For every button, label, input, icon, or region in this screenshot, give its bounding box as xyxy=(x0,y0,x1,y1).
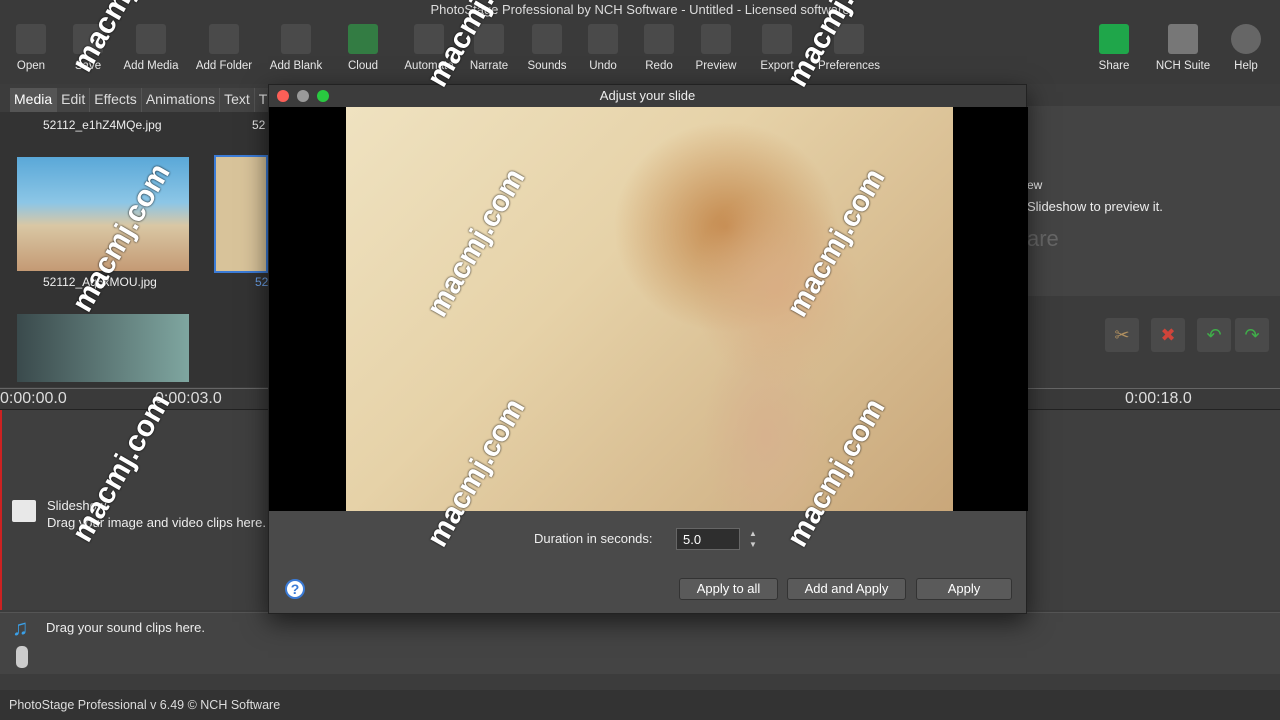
minimize-button[interactable] xyxy=(297,90,309,102)
duration-stepper[interactable]: ▲ ▼ xyxy=(747,528,759,550)
folder-open-icon xyxy=(16,24,46,54)
preview-hint: Slideshow to preview it. xyxy=(1027,199,1163,214)
media-thumbnail[interactable] xyxy=(17,314,189,382)
toolbar-label: Help xyxy=(1234,60,1258,72)
toolbar-label: Undo xyxy=(589,60,617,72)
status-bar: PhotoStage Professional v 6.49 © NCH Sof… xyxy=(0,690,1280,720)
window-title: PhotoStage Professional by NCH Software … xyxy=(0,0,1280,20)
time-tick: 0:00:00.0 xyxy=(0,390,67,407)
panel-tabs: Media Edit Effects Animations Text T xyxy=(10,88,273,112)
music-note-icon: ♫ xyxy=(12,615,29,640)
toolbar-label: Share xyxy=(1098,60,1130,72)
tab-edit[interactable]: Edit xyxy=(57,88,91,112)
tab-animations[interactable]: Animations xyxy=(141,88,221,112)
toolbar-help-button[interactable]: Help xyxy=(1211,24,1280,72)
time-tick: 0:00:18.0 xyxy=(1125,390,1192,407)
toolbar-label: Preview xyxy=(695,60,737,72)
cloud-download-icon xyxy=(348,24,378,54)
music-folder-icon xyxy=(532,24,562,54)
toolbar-label: Add Blank xyxy=(269,60,323,72)
add-and-apply-button[interactable]: Add and Apply xyxy=(787,578,906,600)
undo-icon xyxy=(588,24,618,54)
delete-icon[interactable]: ✖ xyxy=(1151,318,1185,352)
cut-icon[interactable]: ✂ xyxy=(1105,318,1139,352)
toolbar-label: Cloud xyxy=(347,60,379,72)
zoom-button[interactable] xyxy=(317,90,329,102)
rotate-right-icon[interactable]: ↷ xyxy=(1235,318,1269,352)
adjust-slide-dialog: Adjust your slide Duration in seconds: ▲… xyxy=(268,84,1028,614)
tab-text[interactable]: Text xyxy=(220,88,255,112)
toolbar: Open Save Add Media Add Folder Add Blank Clou… xyxy=(0,20,1280,84)
duration-label: Duration in seconds: xyxy=(534,531,653,546)
sound-hint: Drag your sound clips here. xyxy=(46,620,205,635)
help-icon xyxy=(1231,24,1261,54)
close-button[interactable] xyxy=(277,90,289,102)
redo-icon xyxy=(644,24,674,54)
toolbar-label: Narrate xyxy=(469,60,509,72)
toolbar-cloud-button[interactable]: Cloud xyxy=(328,24,398,72)
media-caption: 52112_e1hZ4MQe.jpg xyxy=(43,118,162,132)
rotate-left-icon[interactable]: ↶ xyxy=(1197,318,1231,352)
slide-preview xyxy=(269,107,1028,511)
add-folder-icon xyxy=(209,24,239,54)
preview-text: ew xyxy=(1027,178,1043,192)
nch-suite-icon xyxy=(1168,24,1198,54)
toolbar-add-folder-button[interactable]: Add Folder xyxy=(189,24,259,72)
toolbar-nch-suite-button[interactable]: NCH Suite xyxy=(1148,24,1218,72)
toolbar-label: Sounds xyxy=(527,60,567,72)
preview-panel: ew Slideshow to preview it. are xyxy=(1027,106,1280,296)
toolbar-add-media-button[interactable]: Add Media xyxy=(116,24,186,72)
toolbar-label: Add Folder xyxy=(195,60,253,72)
media-caption: 52 xyxy=(255,275,269,289)
apply-button[interactable]: Apply xyxy=(916,578,1012,600)
media-caption: 52 xyxy=(252,118,266,132)
export-icon xyxy=(762,24,792,54)
apply-to-all-button[interactable]: Apply to all xyxy=(679,578,778,600)
toolbar-label: Redo xyxy=(645,60,673,72)
toolbar-preview-button[interactable]: Preview xyxy=(681,24,751,72)
toolbar-add-blank-button[interactable]: Add Blank xyxy=(261,24,331,72)
toolbar-label: Open xyxy=(16,60,46,72)
film-icon xyxy=(701,24,731,54)
duration-input[interactable] xyxy=(676,528,740,550)
share-icon xyxy=(1099,24,1129,54)
toolbar-share-button[interactable]: Share xyxy=(1079,24,1149,72)
add-media-icon xyxy=(136,24,166,54)
microphone-icon[interactable] xyxy=(16,646,28,668)
tab-effects[interactable]: Effects xyxy=(90,88,142,112)
toolbar-label: NCH Suite xyxy=(1155,60,1211,72)
toolbar-label: Add Media xyxy=(123,60,179,72)
tab-media[interactable]: Media xyxy=(10,88,58,112)
preview-brand: are xyxy=(1027,226,1059,251)
sound-track[interactable]: ♫ Drag your sound clips here. xyxy=(0,612,1280,674)
slideshow-icon xyxy=(12,500,36,522)
media-thumbnail-selected[interactable] xyxy=(214,155,268,273)
add-blank-icon xyxy=(281,24,311,54)
dialog-title: Adjust your slide xyxy=(269,85,1026,107)
help-icon[interactable]: ? xyxy=(285,579,305,599)
